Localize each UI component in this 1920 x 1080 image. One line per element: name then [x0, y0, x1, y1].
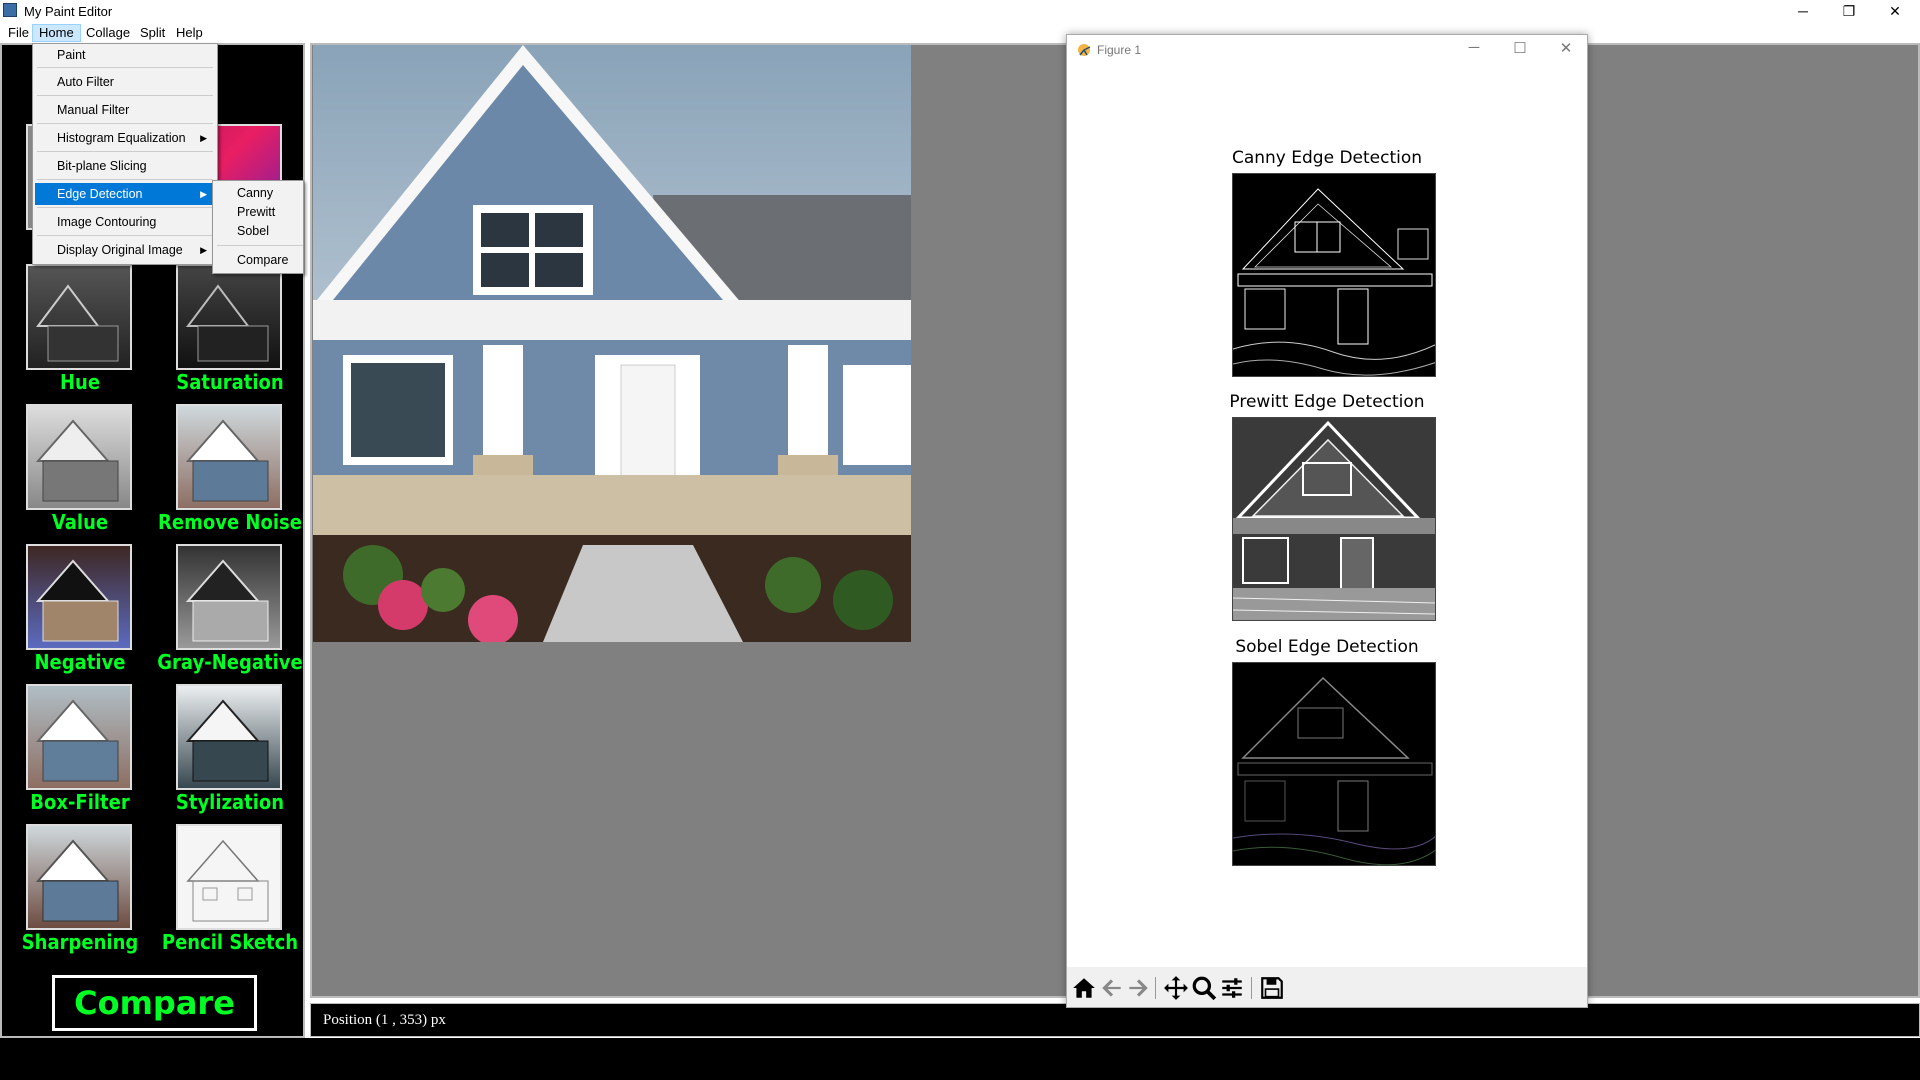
figure-window: Figure 1 ─ ☐ ✕ Canny Edge Detection Prew… [1066, 34, 1588, 1008]
label-sharpening: Sharpening [21, 930, 139, 955]
main-image[interactable] [313, 45, 911, 642]
title-bar: My Paint Editor ─ ❐ ✕ [0, 0, 1920, 24]
bottom-strip [0, 1038, 1920, 1080]
configure-icon[interactable] [1219, 975, 1245, 1001]
pan-icon[interactable] [1163, 975, 1189, 1001]
menu-collage[interactable]: Collage [80, 24, 136, 42]
thumb-sharpening[interactable] [26, 824, 132, 930]
matplotlib-icon [1078, 44, 1091, 56]
menu-item-auto-filter[interactable]: Auto Filter [35, 71, 215, 93]
submenu-arrow-icon: ▶ [200, 245, 207, 255]
menu-separator [217, 245, 303, 246]
maximize-button[interactable]: ❐ [1826, 0, 1872, 22]
house-thumbnail-icon [35, 699, 119, 782]
label-hue: Hue [59, 370, 101, 395]
toolbar-separator [1155, 977, 1156, 999]
label-saturation: Saturation [176, 370, 284, 395]
house-thumbnail-icon [185, 699, 269, 782]
prewitt-edge-image [1232, 417, 1436, 621]
submenu-arrow-icon: ▶ [200, 133, 207, 143]
save-icon[interactable] [1259, 975, 1285, 1001]
house-thumbnail-icon [185, 559, 269, 642]
menu-separator [37, 207, 213, 208]
app-icon [3, 3, 17, 17]
prewitt-plot-title: Prewitt Edge Detection [1229, 392, 1425, 412]
menu-home[interactable]: Home [32, 24, 81, 42]
sobel-edge-image [1232, 662, 1436, 866]
submenu-item-prewitt[interactable]: Prewitt [215, 203, 301, 222]
menu-split[interactable]: Split [134, 24, 171, 42]
house-thumbnail-icon [186, 284, 269, 362]
thumb-remove-noise[interactable] [176, 404, 282, 510]
menu-item-bit-plane-slicing[interactable]: Bit-plane Slicing [35, 155, 215, 177]
figure-toolbar [1067, 967, 1587, 1007]
submenu-arrow-icon: ▶ [200, 189, 207, 199]
house-thumbnail-icon [185, 419, 269, 502]
thumb-hue[interactable] [26, 264, 132, 370]
thumb-stylization[interactable] [176, 684, 282, 790]
canny-edge-image [1232, 173, 1436, 377]
compare-button[interactable]: Compare [52, 975, 257, 1031]
house-photo-icon [313, 45, 911, 642]
submenu-item-canny[interactable]: Canny [215, 184, 301, 203]
menu-bar: File Home Collage Split Help [0, 23, 1920, 43]
figure-title: Figure 1 [1097, 43, 1142, 57]
label-negative: Negative [34, 650, 126, 675]
thumb-pencil-sketch[interactable] [176, 824, 282, 930]
menu-separator [37, 151, 213, 152]
edge-lines-icon [1233, 418, 1435, 620]
submenu-item-compare[interactable]: Compare [215, 251, 301, 270]
submenu-item-sobel[interactable]: Sobel [215, 222, 301, 241]
menu-item-edge-detection[interactable]: Edge Detection ▶ [35, 183, 215, 205]
menu-item-paint[interactable]: Paint [35, 44, 215, 66]
thumb-value[interactable] [26, 404, 132, 510]
menu-item-display-original-image[interactable]: Display Original Image ▶ [35, 239, 215, 261]
thumb-gray-negative[interactable] [176, 544, 282, 650]
menu-separator [37, 67, 213, 68]
menu-separator [37, 95, 213, 96]
home-dropdown-menu: Paint Auto Filter Manual Filter Histogra… [32, 43, 218, 265]
canny-plot-title: Canny Edge Detection [1231, 148, 1423, 168]
menu-separator [37, 123, 213, 124]
sobel-plot-title: Sobel Edge Detection [1235, 637, 1419, 657]
label-gray-negative: Gray-Negative [157, 650, 303, 675]
minimize-button[interactable]: ─ [1780, 0, 1826, 22]
figure-maximize-button[interactable]: ☐ [1505, 39, 1535, 59]
label-box-filter: Box-Filter [30, 790, 130, 815]
house-thumbnail-icon [35, 559, 119, 642]
edge-detection-submenu: Canny Prewitt Sobel Compare [212, 180, 304, 274]
menu-item-image-contouring[interactable]: Image Contouring [35, 211, 215, 233]
label-value: Value [51, 510, 109, 535]
thumb-negative[interactable] [26, 544, 132, 650]
close-button[interactable]: ✕ [1872, 0, 1918, 22]
house-thumbnail-icon [35, 419, 119, 502]
label-pencil-sketch: Pencil Sketch [161, 930, 299, 955]
thumb-saturation[interactable] [176, 264, 282, 370]
menu-item-histogram-equalization[interactable]: Histogram Equalization ▶ [35, 127, 215, 149]
toolbar-separator [1251, 977, 1252, 999]
thumb-box-filter[interactable] [26, 684, 132, 790]
menu-help[interactable]: Help [170, 24, 209, 42]
menu-file[interactable]: File [2, 24, 35, 42]
label-remove-noise: Remove Noise [158, 510, 302, 535]
zoom-icon[interactable] [1191, 975, 1217, 1001]
figure-minimize-button[interactable]: ─ [1459, 39, 1489, 59]
window-title: My Paint Editor [24, 4, 113, 19]
home-icon[interactable] [1071, 975, 1097, 1001]
status-bar: Position (1 , 353) px [310, 1003, 1920, 1037]
menu-item-manual-filter[interactable]: Manual Filter [35, 99, 215, 121]
figure-close-button[interactable]: ✕ [1551, 39, 1581, 59]
menu-separator [37, 235, 213, 236]
edge-lines-icon [1233, 676, 1435, 865]
house-thumbnail-icon [35, 839, 119, 922]
edge-lines-icon [1233, 188, 1435, 376]
house-thumbnail-icon [186, 839, 269, 922]
forward-icon[interactable] [1125, 975, 1151, 1001]
house-thumbnail-icon [36, 284, 119, 362]
back-icon[interactable] [1099, 975, 1125, 1001]
label-stylization: Stylization [175, 790, 285, 815]
menu-separator [37, 179, 213, 180]
